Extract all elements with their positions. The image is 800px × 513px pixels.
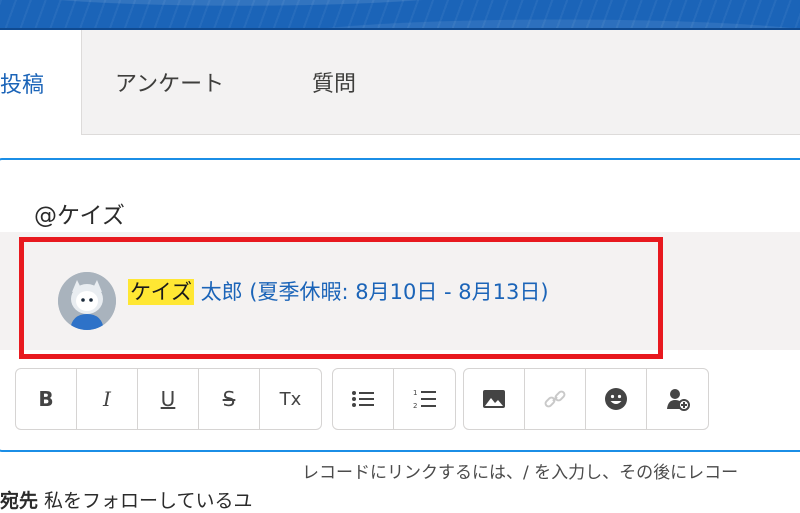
clear-formatting-icon: Tx	[279, 388, 302, 410]
app-header-bar	[0, 0, 800, 30]
svg-text:1: 1	[413, 389, 417, 397]
share-with-value: 私をフォローしているユ	[38, 490, 253, 512]
helper-text: レコードにリンクするには、/ を入力し、その後にレコー	[302, 463, 739, 483]
italic-button[interactable]: I	[77, 369, 138, 429]
tab-post[interactable]: 投稿	[0, 30, 82, 135]
composer-input-text[interactable]: @ケイズ	[34, 196, 125, 230]
svg-text:2: 2	[413, 402, 417, 410]
bold-button[interactable]: B	[16, 369, 77, 429]
tab-post-label: 投稿	[0, 72, 45, 98]
image-icon	[483, 390, 505, 408]
clear-formatting-button[interactable]: Tx	[260, 369, 321, 429]
tab-question[interactable]: 質問	[312, 30, 356, 134]
numbered-list-button[interactable]: 1 2	[394, 369, 455, 429]
strikethrough-button[interactable]: S	[199, 369, 260, 429]
text-format-group: B I U S Tx	[15, 368, 322, 430]
underline-icon: U	[160, 387, 176, 411]
emoji-button[interactable]	[586, 369, 647, 429]
numbered-list-icon: 1 2	[413, 389, 436, 410]
tab-poll-label: アンケート	[115, 72, 225, 97]
bold-icon: B	[38, 387, 54, 411]
mention-button[interactable]	[647, 369, 708, 429]
link-icon	[544, 390, 566, 408]
callout-highlight-frame	[19, 237, 663, 359]
strikethrough-icon: S	[222, 387, 236, 411]
tab-question-label: 質問	[312, 72, 357, 97]
tab-poll[interactable]: アンケート	[115, 30, 224, 134]
underline-button[interactable]: U	[138, 369, 199, 429]
bulleted-list-button[interactable]	[333, 369, 394, 429]
publisher-tab-bar: 投稿 アンケート 質問	[0, 30, 800, 135]
list-format-group: 1 2	[332, 368, 456, 430]
share-with-label: 宛先	[0, 490, 39, 512]
emoji-icon	[605, 388, 627, 410]
add-person-icon	[666, 389, 690, 411]
insert-group	[463, 368, 709, 430]
insert-link-button[interactable]	[525, 369, 586, 429]
italic-icon: I	[103, 387, 111, 411]
insert-image-button[interactable]	[464, 369, 525, 429]
bulleted-list-icon	[352, 391, 374, 407]
